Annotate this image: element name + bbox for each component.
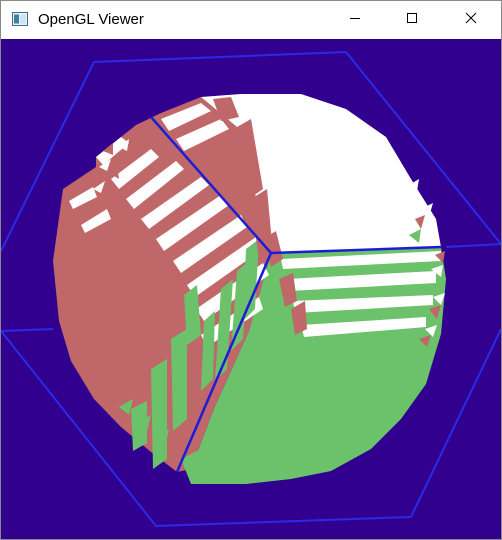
close-button[interactable]	[448, 1, 494, 39]
maximize-button[interactable]	[389, 1, 435, 39]
title-bar[interactable]: OpenGL Viewer	[1, 1, 501, 39]
minimize-button[interactable]	[332, 1, 378, 39]
app-window-icon	[12, 12, 28, 26]
opengl-viewer-window: OpenGL Viewer	[0, 0, 502, 540]
voxel-scene[interactable]	[1, 39, 501, 539]
close-icon	[465, 11, 477, 29]
maximize-icon	[406, 11, 418, 29]
minimize-icon	[349, 11, 361, 29]
window-title: OpenGL Viewer	[38, 11, 144, 28]
opengl-viewport[interactable]	[1, 39, 501, 539]
